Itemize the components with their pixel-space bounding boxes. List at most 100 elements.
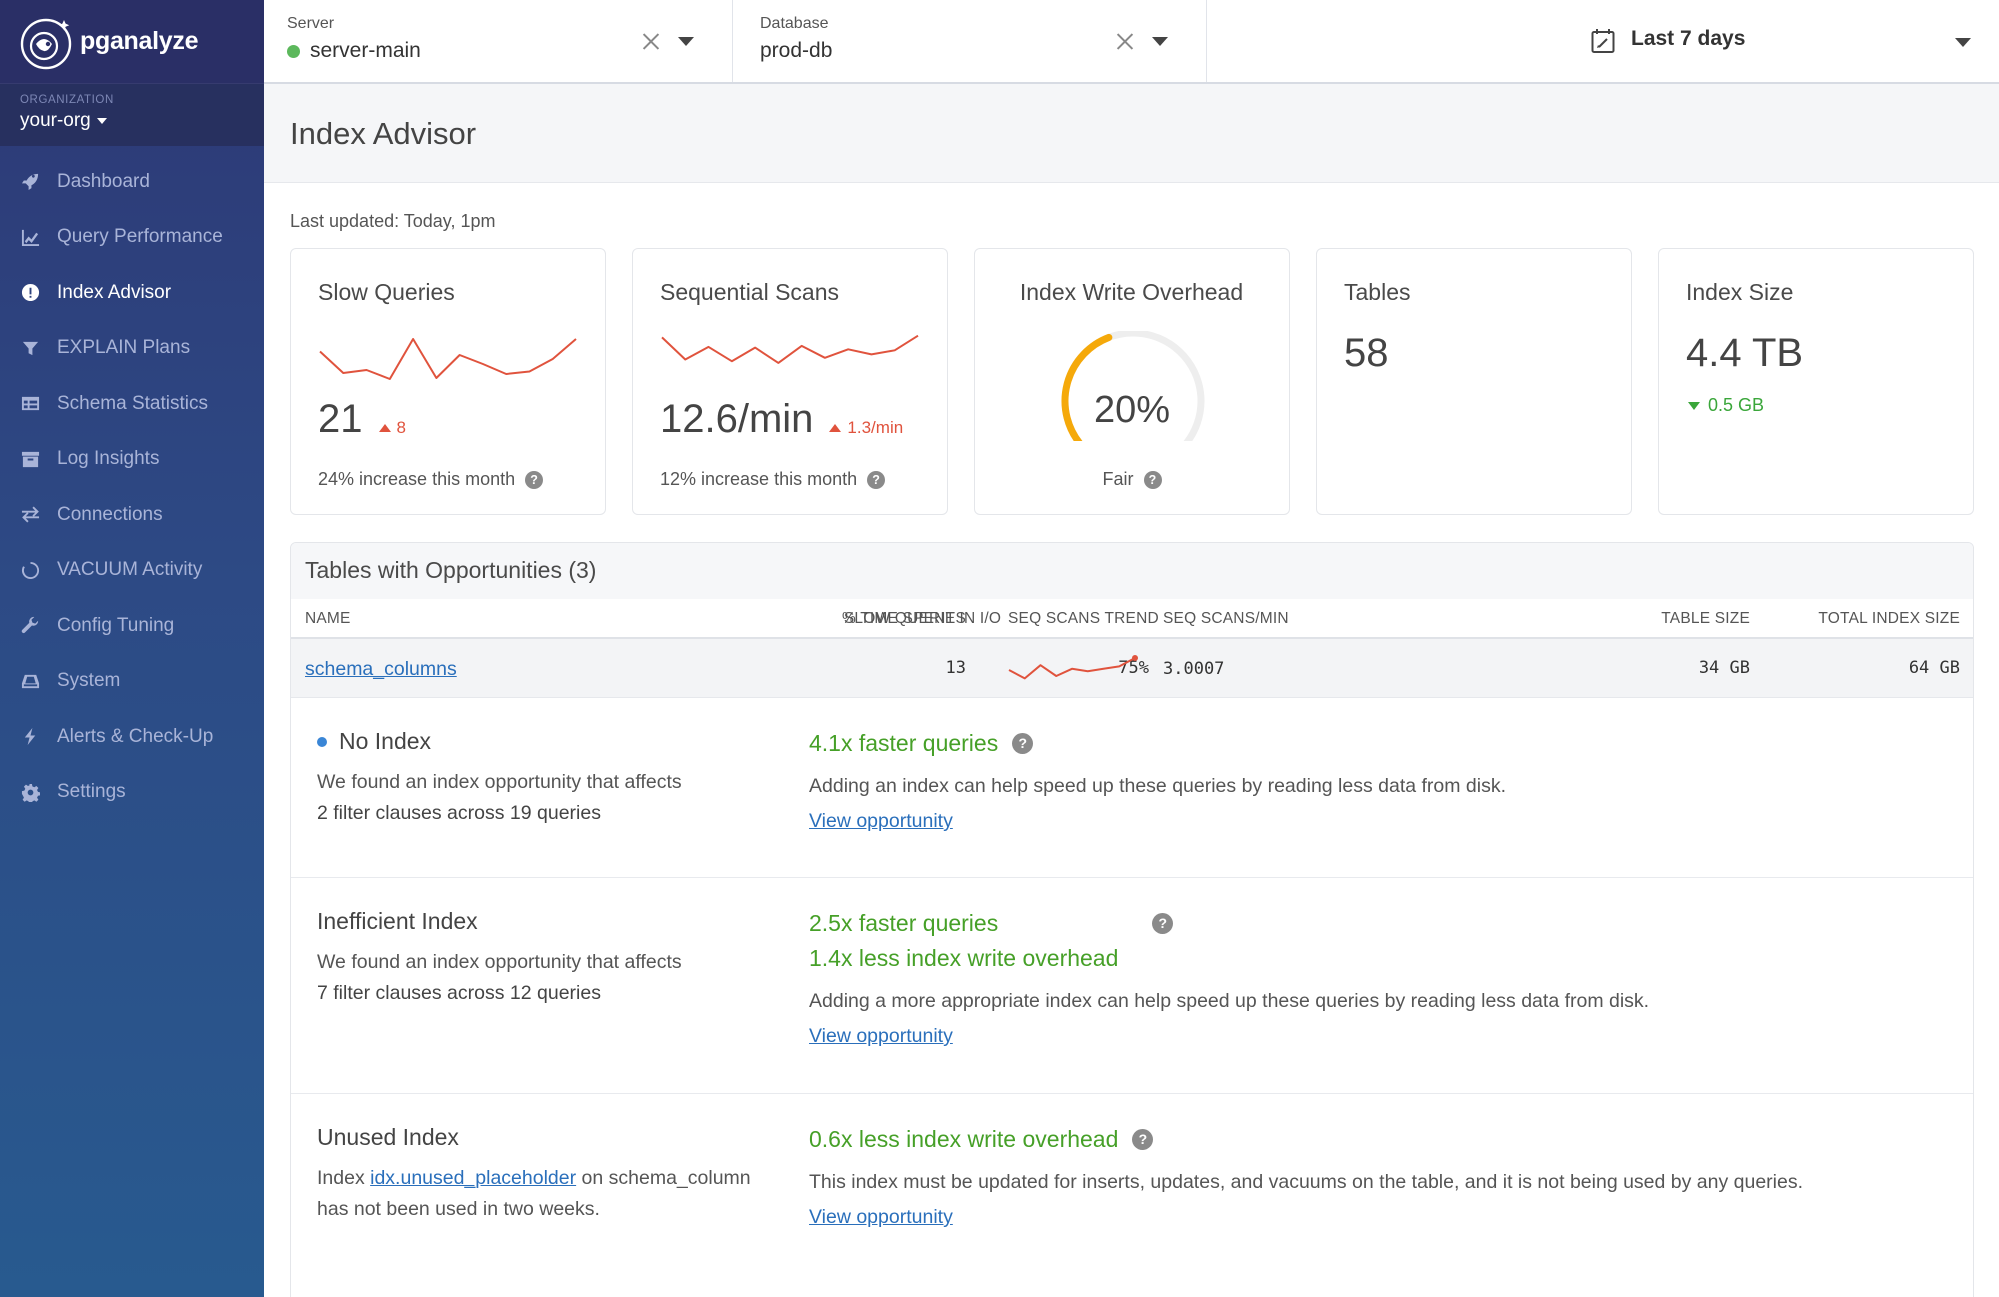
sequential-scans-card[interactable]: Sequential Scans 12.6/min 1.3/min 12% in…: [632, 248, 948, 515]
opportunity-type: Inefficient Index: [317, 908, 682, 935]
index-write-overhead-card[interactable]: Index Write Overhead 20% Fair ?: [974, 248, 1290, 515]
topbar: Server server-main Database prod-db Last…: [264, 0, 1999, 84]
sidebar-item-system[interactable]: System: [0, 654, 264, 710]
table-row[interactable]: schema_columns 13 75% 3.0007 34 GB 64 GB: [291, 639, 1973, 698]
opportunity-type-label: No Index: [339, 728, 432, 754]
opportunity-text: Adding an index can help speed up these …: [809, 775, 1507, 797]
org-switcher[interactable]: ORGANIZATION your-org: [0, 84, 264, 146]
card-title: Sequential Scans: [660, 279, 840, 305]
database-caret-down-icon[interactable]: [1152, 36, 1168, 46]
brand-header[interactable]: pganalyze: [0, 0, 264, 84]
tables-value: 58: [1344, 331, 1389, 375]
index-size-card[interactable]: Index Size 4.4 TB 0.5 GB: [1658, 248, 1974, 515]
opportunity-gain: 2.5x faster queries ?: [809, 906, 1649, 941]
view-opportunity-link[interactable]: View opportunity: [809, 810, 953, 833]
slow-queries-value: 21: [318, 397, 363, 441]
sidebar-item-index-advisor[interactable]: Index Advisor: [0, 265, 264, 321]
seq-scans-trend-sparkline: [1008, 655, 1138, 680]
sidebar-item-label: Schema Statistics: [57, 392, 208, 414]
sidebar-item-label: System: [57, 670, 121, 692]
write-overhead-value: 20%: [1093, 389, 1171, 431]
sidebar-item-schema-statistics[interactable]: Schema Statistics: [0, 376, 264, 432]
sidebar-item-alerts-checkup[interactable]: Alerts & Check-Up: [0, 709, 264, 765]
sidebar-item-dashboard[interactable]: Dashboard: [0, 154, 264, 210]
row-table-size: 34 GB: [1698, 658, 1750, 678]
last-updated: Last updated: Today, 1pm: [290, 211, 496, 231]
tables-card[interactable]: Tables 58: [1316, 248, 1632, 515]
arrow-down-icon: [1688, 401, 1700, 410]
column-header-name[interactable]: NAME: [305, 610, 351, 628]
summary-cards: Slow Queries 21 8 24% increase this mont…: [290, 248, 1974, 515]
sidebar-item-config-tuning[interactable]: Config Tuning: [0, 598, 264, 654]
database-select[interactable]: Database prod-db: [733, 0, 1207, 82]
pganalyze-logo-icon: [18, 14, 74, 70]
sidebar-item-log-insights[interactable]: Log Insights: [0, 432, 264, 488]
view-opportunity-link[interactable]: View opportunity: [809, 1025, 953, 1048]
opportunity-unused-index: Unused Index Index idx.unused_placeholde…: [291, 1094, 1973, 1297]
exclamation-circle-icon: [20, 283, 40, 303]
arrow-up-icon: [829, 424, 842, 432]
help-icon[interactable]: ?: [1132, 1129, 1154, 1150]
arrow-up-icon: [378, 424, 391, 432]
table-icon: [20, 394, 40, 414]
opportunity-text: This index must be updated for inserts, …: [809, 1171, 1804, 1193]
opportunity-type: Unused Index: [317, 1124, 757, 1151]
page-title: Index Advisor: [290, 116, 477, 151]
sidebar-item-explain-plans[interactable]: EXPLAIN Plans: [0, 321, 264, 377]
gain-label: 4.1x faster queries: [809, 730, 999, 756]
sidebar-item-label: VACUUM Activity: [57, 559, 203, 581]
gear-icon: [20, 782, 40, 802]
sparkline-end-point: [1132, 655, 1138, 661]
main-content: Index Advisor Last updated: Today, 1pm S…: [264, 84, 1999, 1297]
slow-queries-footnote: 24% increase this month: [318, 469, 516, 489]
help-icon[interactable]: ?: [1143, 470, 1162, 489]
panel-title: Tables with Opportunities (3): [291, 543, 1973, 599]
help-icon[interactable]: ?: [1012, 733, 1034, 754]
date-range-caret-down-icon[interactable]: [1955, 38, 1971, 47]
table-name-link[interactable]: schema_columns: [305, 658, 457, 681]
table-header: NAME SLOW QUERIES % TIME SPENT IN I/O SE…: [291, 599, 1973, 639]
view-opportunity-link[interactable]: View opportunity: [809, 1206, 953, 1229]
description-text: Index: [317, 1167, 365, 1189]
clear-server-icon[interactable]: [642, 32, 660, 50]
sidebar-item-label: Settings: [57, 781, 126, 803]
opportunity-inefficient-index: Inefficient Index We found an index oppo…: [291, 878, 1973, 1094]
column-header-seq-scans-min[interactable]: SEQ SCANS/MIN: [1163, 610, 1289, 628]
server-select[interactable]: Server server-main: [264, 0, 733, 82]
description-line: 2 filter clauses across 19 queries: [317, 802, 601, 824]
column-header-seq-scans-trend[interactable]: SEQ SCANS TREND: [1008, 610, 1159, 628]
seq-scans-line: [661, 334, 919, 364]
sidebar-item-label: EXPLAIN Plans: [57, 337, 191, 359]
card-value: 12.6/min 1.3/min: [660, 397, 903, 442]
index-name-link[interactable]: idx.unused_placeholder: [370, 1167, 576, 1189]
write-overhead-rating: Fair: [1102, 469, 1134, 489]
org-name-text: your-org: [20, 110, 91, 131]
sidebar-item-vacuum-activity[interactable]: VACUUM Activity: [0, 543, 264, 599]
sidebar-item-label: Log Insights: [57, 448, 160, 470]
sequential-scans-sparkline: [661, 334, 919, 364]
date-range-select[interactable]: Last 7 days: [1207, 0, 1999, 82]
sidebar-item-connections[interactable]: Connections: [0, 487, 264, 543]
org-name[interactable]: your-org: [20, 110, 244, 132]
gain-label: 1.4x less index write overhead: [809, 945, 1119, 971]
server-caret-down-icon[interactable]: [678, 36, 694, 46]
clear-database-icon[interactable]: [1116, 32, 1134, 50]
help-icon[interactable]: ?: [1152, 913, 1174, 934]
row-total-index-size: 64 GB: [1908, 658, 1960, 678]
column-header-table-size[interactable]: TABLE SIZE: [1661, 610, 1750, 628]
filter-icon: [20, 338, 40, 358]
help-icon[interactable]: ?: [867, 470, 886, 489]
slow-queries-card[interactable]: Slow Queries 21 8 24% increase this mont…: [290, 248, 606, 515]
caret-down-icon: [96, 118, 107, 124]
line-chart-icon: [20, 227, 40, 247]
index-size-delta: 0.5 GB: [1688, 395, 1764, 416]
column-header-total-index-size[interactable]: TOTAL INDEX SIZE: [1818, 610, 1960, 628]
card-footnote: 12% increase this month ?: [660, 469, 886, 490]
sidebar-item-label: Alerts & Check-Up: [57, 725, 214, 747]
sidebar-item-query-performance[interactable]: Query Performance: [0, 210, 264, 266]
sidebar-item-settings[interactable]: Settings: [0, 765, 264, 821]
help-icon[interactable]: ?: [525, 470, 544, 489]
column-header-io-time[interactable]: % TIME SPENT IN I/O: [842, 610, 1001, 628]
sidebar-nav: Dashboard Query Performance Index Adviso…: [0, 146, 264, 820]
opportunity-description: Index idx.unused_placeholder on schema_c…: [317, 1163, 757, 1225]
